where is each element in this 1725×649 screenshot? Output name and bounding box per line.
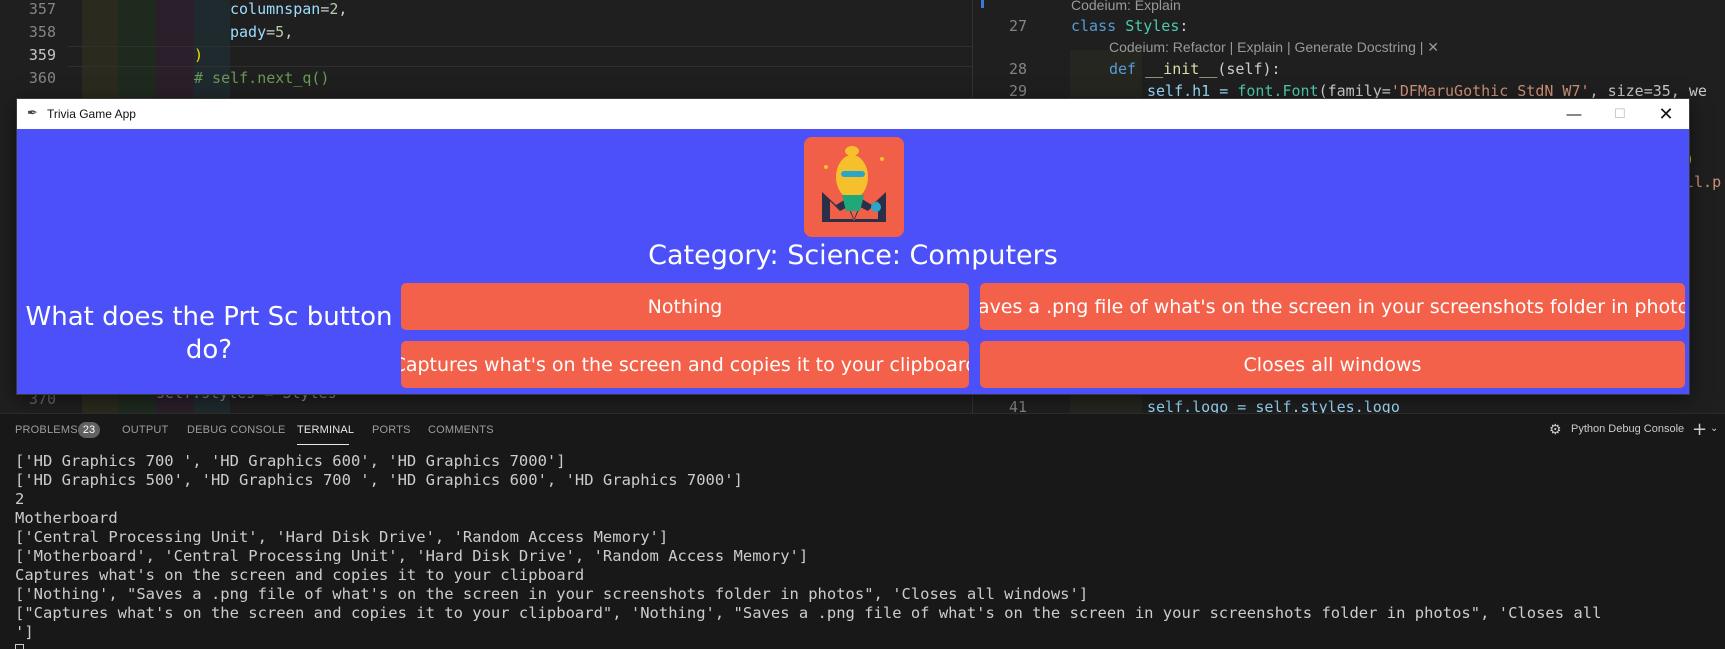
terminal-line: ['Motherboard', 'Central Processing Unit… <box>15 547 809 565</box>
tab-debug-console[interactable]: DEBUG CONSOLE <box>187 424 286 436</box>
terminal-line: '] <box>15 623 34 641</box>
answer-button-4[interactable]: Closes all windows <box>980 341 1685 388</box>
close-button[interactable]: ✕ <box>1643 99 1689 129</box>
answer-button-1[interactable]: Nothing <box>401 283 969 330</box>
terminal-line: 2 <box>15 490 25 508</box>
terminal-name-label[interactable]: Python Debug Console <box>1571 423 1684 435</box>
code-line[interactable]: def __init__(self): <box>1109 60 1281 78</box>
window-titlebar[interactable]: ✒ Trivia Game App — ☐ ✕ <box>17 99 1689 129</box>
terminal-line: ['Central Processing Unit', 'Hard Disk D… <box>15 528 669 546</box>
line-number: 357 <box>28 0 56 18</box>
tab-comments[interactable]: COMMENTS <box>428 424 494 436</box>
tab-terminal[interactable]: TERMINAL <box>297 424 354 436</box>
question-label: What does the Prt Sc button do? <box>25 302 393 365</box>
debug-gear-icon[interactable]: ⚙ <box>1549 421 1562 438</box>
codeium-lens-explain[interactable]: Codeium: Explain <box>1071 0 1181 13</box>
line-number: 360 <box>28 69 56 87</box>
code-line[interactable]: ) <box>194 46 203 64</box>
active-tab-underline <box>297 444 349 445</box>
tab-ports[interactable]: PORTS <box>372 424 411 436</box>
codeium-lens-actions[interactable]: Codeium: Refactor | Explain | Generate D… <box>1109 39 1439 56</box>
terminal-line: Captures what's on the screen and copies… <box>15 566 585 584</box>
new-terminal-plus-icon[interactable]: + <box>1692 419 1707 440</box>
terminal-line: ["Captures what's on the screen and copi… <box>15 604 1602 622</box>
line-number: 358 <box>28 23 56 41</box>
chevron-down-icon[interactable]: ⌄ <box>1710 423 1718 434</box>
code-line[interactable]: class Styles: <box>1071 17 1188 35</box>
line-number: 28 <box>1008 60 1027 78</box>
line-number: 27 <box>1008 17 1027 35</box>
terminal-line: ['Nothing', "Saves a .png file of what's… <box>15 585 1089 603</box>
terminal-line: ['HD Graphics 500', 'HD Graphics 700 ', … <box>15 471 743 489</box>
tab-output[interactable]: OUTPUT <box>122 424 168 436</box>
code-line[interactable]: # self.next_q() <box>194 69 329 87</box>
maximize-button[interactable]: ☐ <box>1597 99 1643 129</box>
terminal-line: Motherboard <box>15 509 118 527</box>
window-title: Trivia Game App <box>47 107 136 121</box>
problems-count-badge: 23 <box>78 422 100 438</box>
terminal-line: ['HD Graphics 700 ', 'HD Graphics 600', … <box>15 452 566 470</box>
category-label: Category: Science: Computers <box>648 240 1058 271</box>
code-fragment: ll.p <box>1685 173 1722 191</box>
bottom-panel: PROBLEMS 23 OUTPUT DEBUG CONSOLE TERMINA… <box>0 413 1725 649</box>
scroll-marker <box>981 0 984 8</box>
trivia-app-window[interactable]: ✒ Trivia Game App — ☐ ✕ Category: Scienc… <box>16 98 1690 395</box>
code-line[interactable]: pady=5, <box>230 23 293 41</box>
terminal-cursor <box>15 644 24 649</box>
minimize-button[interactable]: — <box>1551 99 1597 129</box>
code-line[interactable]: columnspan=2, <box>230 0 347 18</box>
panel-tabs: PROBLEMS 23 OUTPUT DEBUG CONSOLE TERMINA… <box>0 414 1725 447</box>
trivia-logo-icon <box>804 137 904 237</box>
answer-button-2[interactable]: Saves a .png file of what's on the scree… <box>980 283 1685 330</box>
active-line-highlight <box>68 46 972 67</box>
tab-problems[interactable]: PROBLEMS <box>15 424 78 436</box>
line-number: 359 <box>28 46 56 64</box>
terminal-output[interactable]: ['HD Graphics 700 ', 'HD Graphics 600', … <box>15 452 1720 642</box>
tk-feather-icon: ✒ <box>27 105 38 120</box>
answer-button-3[interactable]: Captures what's on the screen and copies… <box>401 341 969 388</box>
